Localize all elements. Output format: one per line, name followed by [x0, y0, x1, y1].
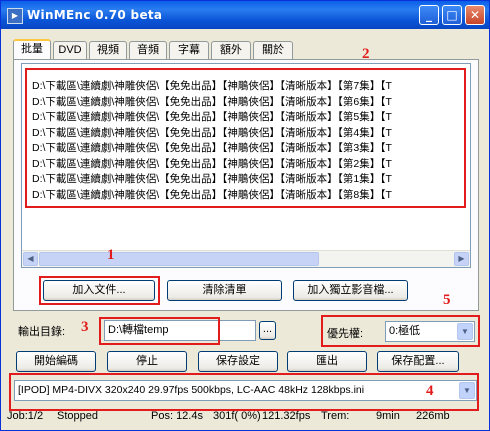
status-remaining: 9min	[376, 410, 400, 422]
save-config-button[interactable]: 保存配置...	[377, 351, 459, 372]
tab-video[interactable]: 視頻	[89, 41, 127, 59]
close-button[interactable]: ✕	[465, 5, 485, 25]
annotation-box-2	[25, 68, 466, 208]
minimize-button[interactable]: _	[419, 5, 439, 25]
stop-button[interactable]: 停止	[107, 351, 187, 372]
scroll-thumb[interactable]	[39, 252, 319, 266]
clear-list-button[interactable]: 清除清單	[167, 280, 282, 301]
scroll-left-icon[interactable]: ◀	[23, 252, 38, 266]
export-button[interactable]: 匯出	[287, 351, 367, 372]
annotation-box-1	[39, 276, 160, 305]
annotation-number-1: 1	[107, 247, 115, 263]
add-separate-media-button[interactable]: 加入獨立影音檔...	[293, 280, 408, 301]
status-size: 226mb	[416, 410, 450, 422]
title-bar[interactable]: ▶ WinMEnc 0.70 beta _ □ ✕	[1, 1, 489, 29]
app-icon[interactable]: ▶	[7, 8, 23, 24]
window-title: WinMEnc 0.70 beta	[27, 8, 163, 22]
annotation-number-4: 4	[426, 383, 434, 399]
tab-batch[interactable]: 批量	[13, 39, 51, 60]
horizontal-scrollbar[interactable]: ◀ ▶	[22, 250, 470, 267]
save-settings-button[interactable]: 保存設定	[198, 351, 278, 372]
annotation-box-4	[9, 373, 479, 411]
start-encoding-button[interactable]: 開始編碼	[16, 351, 96, 372]
status-fps: 121.32fps	[262, 410, 311, 422]
output-dir-label: 輸出目錄:	[18, 326, 66, 338]
status-frames: 301f( 0%)	[213, 410, 261, 422]
tab-audio[interactable]: 音頻	[129, 41, 167, 59]
status-state: Stopped	[57, 410, 98, 422]
maximize-button[interactable]: □	[442, 5, 462, 25]
scroll-right-icon[interactable]: ▶	[454, 252, 469, 266]
status-trem-label: Trem:	[321, 410, 350, 422]
annotation-box-3	[99, 317, 220, 345]
status-job: Job:1/2	[7, 410, 44, 422]
tab-subtitle[interactable]: 字幕	[169, 41, 209, 59]
annotation-number-5: 5	[443, 292, 451, 308]
tab-extra[interactable]: 額外	[211, 41, 251, 59]
annotation-number-3: 3	[81, 319, 89, 335]
main-window: ▶ WinMEnc 0.70 beta _ □ ✕ 批量 DVD 視頻 音頻 字…	[0, 0, 490, 431]
browse-button[interactable]: ...	[259, 321, 276, 340]
tab-about[interactable]: 關於	[253, 41, 293, 59]
status-position: Pos: 12.4s	[151, 410, 203, 422]
annotation-number-2: 2	[362, 46, 370, 62]
tab-dvd[interactable]: DVD	[53, 41, 87, 59]
annotation-box-5	[321, 315, 480, 347]
